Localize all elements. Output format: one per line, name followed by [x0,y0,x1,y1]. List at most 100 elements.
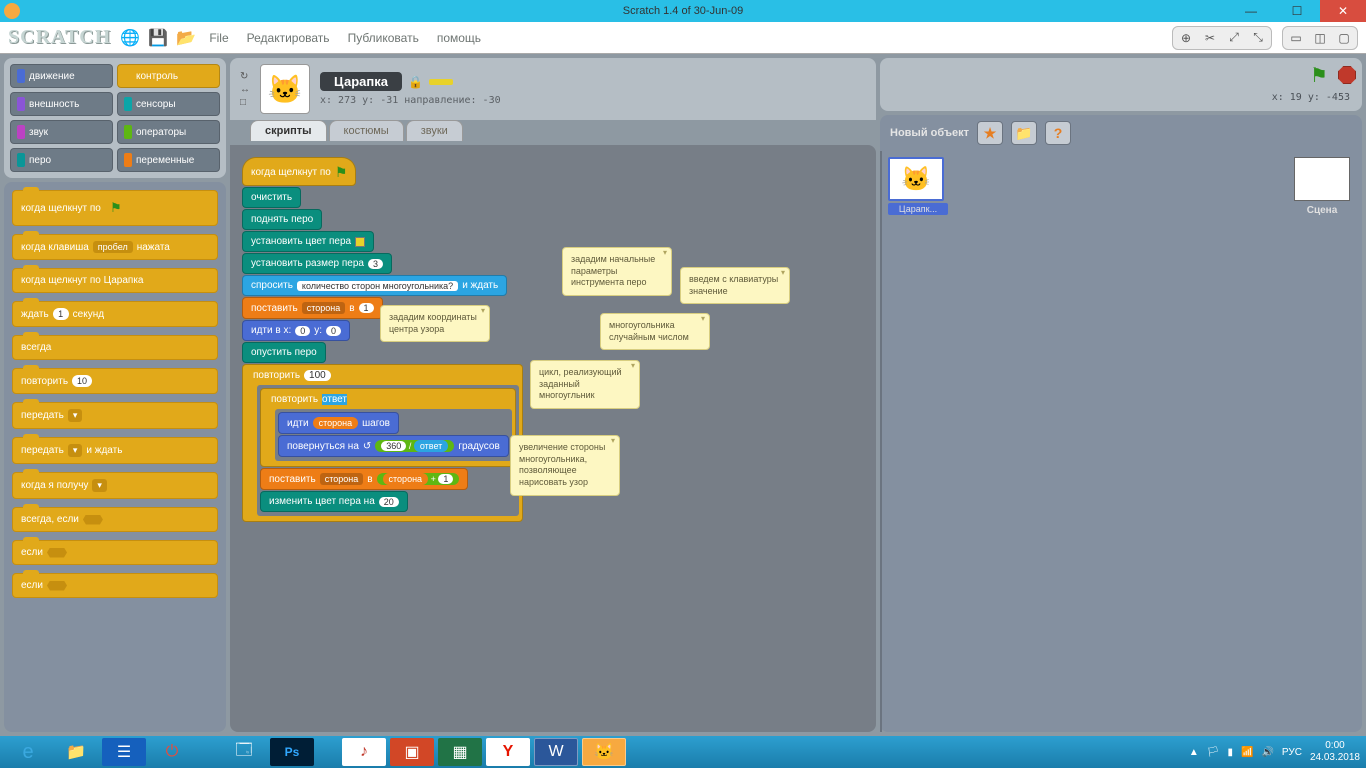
taskbar-app1[interactable]: ☰ [102,738,146,766]
rotate-icon[interactable]: ↻ [240,71,250,82]
menu-file[interactable]: File [205,29,232,47]
sprite-item[interactable]: 🐱 Царапк... [888,157,948,215]
block-turn[interactable]: повернуться на ↺ 360 / ответ градусов [278,435,509,457]
block-hat[interactable]: когда щелкнут по ⚑ [242,157,356,186]
tabs: скрипты костюмы звуки [230,120,876,141]
small-stage-icon[interactable]: ▭ [1285,29,1307,47]
cat-sensing[interactable]: сенсоры [117,92,220,116]
tray-up-icon[interactable]: ▲ [1189,747,1199,758]
palette-if-else[interactable]: если [12,573,218,598]
cat-looks[interactable]: внешность [10,92,113,116]
taskbar-word[interactable]: W [534,738,578,766]
block-set-var-2[interactable]: поставить сторона в сторона + 1 [260,468,468,490]
taskbar-explorer[interactable]: 📁 [54,738,98,766]
random-sprite-icon[interactable]: ? [1045,121,1071,145]
globe-icon[interactable]: 🌐 [121,29,139,47]
comment-4[interactable]: зададим координаты центра узора [380,305,490,342]
palette-when-flag[interactable]: когда щелкнут по ⚑ [12,190,218,226]
normal-stage-icon[interactable]: ◫ [1309,29,1331,47]
block-pen-up[interactable]: поднять перо [242,209,322,230]
block-move[interactable]: идти сторона шагов [278,412,399,434]
cat-sensing-label: сенсоры [136,99,176,110]
taskbar-excel[interactable]: ▦ [438,738,482,766]
tray-flag-icon[interactable]: 🏳 [1207,747,1220,758]
cut-icon[interactable]: ✂ [1199,29,1221,47]
tab-scripts[interactable]: скрипты [250,120,327,141]
maximize-button[interactable]: ☐ [1274,0,1320,22]
taskbar-powerpoint[interactable]: ▣ [390,738,434,766]
flip-icon[interactable]: ↔ [240,84,250,95]
no-rotate-icon[interactable]: □ [240,97,250,108]
palette-if[interactable]: если [12,540,218,565]
cat-control[interactable]: контроль [117,64,220,88]
save-icon[interactable]: 💾 [149,29,167,47]
color-swatch[interactable] [355,237,365,247]
paint-sprite-icon[interactable]: ★ [977,121,1003,145]
comment-2[interactable]: введем с клавиатуры значение [680,267,790,304]
draggable-toggle[interactable] [429,79,453,85]
block-repeat-inner[interactable]: повторить ответ идти сторона шагов повер… [260,388,516,467]
tray-battery-icon[interactable]: ▮ [1227,747,1233,758]
comment-1[interactable]: зададим начальные параметры инструмента … [562,247,672,296]
sprite-name[interactable]: Царапка [320,72,402,91]
choose-sprite-icon[interactable]: 📁 [1011,121,1037,145]
palette-forever-if[interactable]: всегда, если [12,507,218,532]
cat-variables[interactable]: переменные [117,148,220,172]
palette-broadcast[interactable]: передать ▾ [12,402,218,429]
menu-share[interactable]: Публиковать [344,29,423,47]
block-set-pen-color[interactable]: установить цвет пера [242,231,374,252]
stage-coords: x: 19 y: -453 [886,90,1356,105]
script-area[interactable]: когда щелкнут по ⚑ очистить поднять перо… [230,145,876,732]
taskbar-app2[interactable]: 🗔 [222,738,266,766]
taskbar-scratch[interactable]: 🐱 [582,738,626,766]
close-button[interactable]: ✕ [1320,0,1366,22]
palette-forever[interactable]: всегда [12,335,218,360]
tray-lang[interactable]: РУС [1282,747,1302,758]
stage-thumbnail-section[interactable]: Сцена [1282,151,1362,732]
minimize-button[interactable]: — [1228,0,1274,22]
block-change-color[interactable]: изменить цвет пера на 20 [260,491,408,512]
menu-edit[interactable]: Редактировать [243,29,334,47]
comment-5[interactable]: цикл, реализующий заданный многоугльник [530,360,640,409]
menu-help[interactable]: помощь [433,29,485,47]
taskbar-power[interactable]: ⏻ [150,738,194,766]
comment-6[interactable]: увеличение стороны многоугольника, позво… [510,435,620,496]
stop-button[interactable] [1338,66,1356,84]
presentation-icon[interactable]: ▢ [1333,29,1355,47]
block-ask[interactable]: спросить количество сторон многоугольник… [242,275,507,296]
block-set-pen-size[interactable]: установить размер пера 3 [242,253,392,274]
tray-volume-icon[interactable]: 🔊 [1261,747,1273,758]
block-repeat-outer[interactable]: повторить 100 повторить ответ идти сторо… [242,364,523,522]
tray-network-icon[interactable]: 📶 [1241,747,1253,758]
block-set-var[interactable]: поставить сторона в 1 [242,297,383,319]
block-pen-down[interactable]: опустить перо [242,342,326,363]
green-flag-button[interactable]: ⚑ [1308,64,1330,86]
stamp-icon[interactable]: ⊕ [1175,29,1197,47]
palette-when-receive[interactable]: когда я получу ▾ [12,472,218,499]
palette-when-key[interactable]: когда клавиша пробел нажата [12,234,218,260]
shrink-icon[interactable]: ⤡ [1247,29,1269,47]
block-goto[interactable]: идти в x: 0 y: 0 [242,320,350,341]
lock-icon[interactable]: 🔒 [408,75,423,89]
tab-sounds[interactable]: звуки [406,120,463,141]
taskbar-photoshop[interactable]: Ps [270,738,314,766]
palette-wait[interactable]: ждать 1 секунд [12,301,218,327]
grow-icon[interactable]: ⤢ [1223,29,1245,47]
taskbar-yandex[interactable]: Y [486,738,530,766]
palette-repeat[interactable]: повторить 10 [12,368,218,394]
palette-when-sprite-clicked[interactable]: когда щелкнут по Царапка [12,268,218,293]
tray-clock[interactable]: 0:00 24.03.2018 [1310,740,1360,764]
folder-icon[interactable]: 📂 [177,29,195,47]
sprite-thumbnail[interactable]: 🐱 [260,64,310,114]
cat-motion[interactable]: движение [10,64,113,88]
tab-costumes[interactable]: костюмы [329,120,404,141]
taskbar-ie[interactable]: e [6,738,50,766]
sprite-panel-title: Новый объект [890,127,969,139]
palette-broadcast-wait[interactable]: передать ▾ и ждать [12,437,218,464]
cat-operators[interactable]: операторы [117,120,220,144]
taskbar-app3[interactable]: ♪ [342,738,386,766]
cat-sound[interactable]: звук [10,120,113,144]
block-clear[interactable]: очистить [242,187,301,208]
comment-3[interactable]: многоугольника случайным числом [600,313,710,350]
cat-pen[interactable]: перо [10,148,113,172]
